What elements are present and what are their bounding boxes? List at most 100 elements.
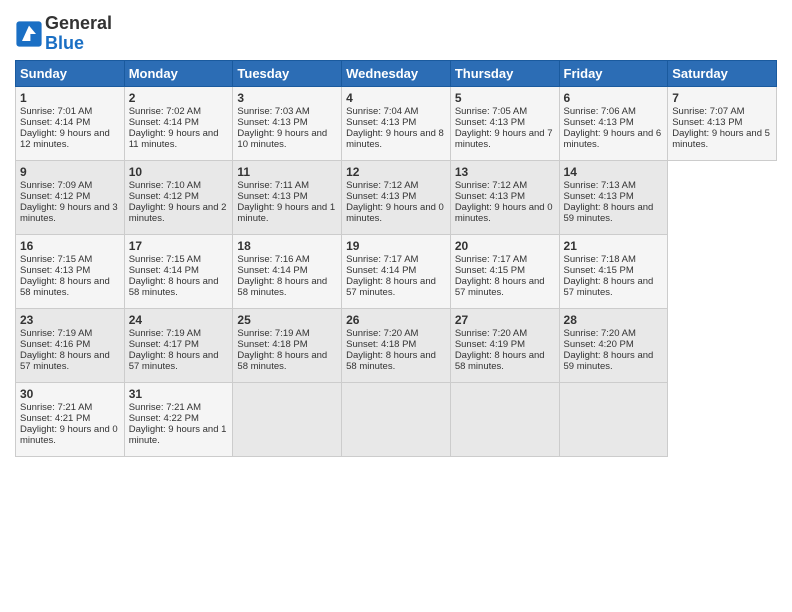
calendar-cell: 17Sunrise: 7:15 AMSunset: 4:14 PMDayligh…	[124, 234, 233, 308]
calendar-cell: 23Sunrise: 7:19 AMSunset: 4:16 PMDayligh…	[16, 308, 125, 382]
logo: General Blue	[15, 14, 112, 54]
sunrise-label: Sunrise: 7:06 AM	[564, 106, 636, 117]
day-number: 19	[346, 239, 446, 253]
calendar-cell	[559, 382, 668, 456]
logo-icon	[15, 20, 43, 48]
col-header-tuesday: Tuesday	[233, 60, 342, 86]
sunset-label: Sunset: 4:13 PM	[564, 191, 634, 202]
calendar-cell: 5Sunrise: 7:05 AMSunset: 4:13 PMDaylight…	[450, 86, 559, 160]
daylight-label: Daylight: 9 hours and 1 minute.	[129, 424, 227, 446]
sunset-label: Sunset: 4:14 PM	[237, 265, 307, 276]
logo-text-general: General	[45, 14, 112, 34]
sunrise-label: Sunrise: 7:09 AM	[20, 180, 92, 191]
sunset-label: Sunset: 4:19 PM	[455, 339, 525, 350]
calendar-table: SundayMondayTuesdayWednesdayThursdayFrid…	[15, 60, 777, 457]
day-number: 27	[455, 313, 555, 327]
day-number: 6	[564, 91, 664, 105]
sunrise-label: Sunrise: 7:12 AM	[455, 180, 527, 191]
daylight-label: Daylight: 9 hours and 0 minutes.	[455, 202, 553, 224]
sunset-label: Sunset: 4:13 PM	[672, 117, 742, 128]
calendar-cell: 10Sunrise: 7:10 AMSunset: 4:12 PMDayligh…	[124, 160, 233, 234]
calendar-cell: 20Sunrise: 7:17 AMSunset: 4:15 PMDayligh…	[450, 234, 559, 308]
day-number: 13	[455, 165, 555, 179]
col-header-sunday: Sunday	[16, 60, 125, 86]
sunset-label: Sunset: 4:15 PM	[455, 265, 525, 276]
sunrise-label: Sunrise: 7:03 AM	[237, 106, 309, 117]
daylight-label: Daylight: 8 hours and 57 minutes.	[564, 276, 654, 298]
daylight-label: Daylight: 9 hours and 8 minutes.	[346, 128, 444, 150]
day-number: 1	[20, 91, 120, 105]
daylight-label: Daylight: 8 hours and 59 minutes.	[564, 350, 654, 372]
calendar-cell: 19Sunrise: 7:17 AMSunset: 4:14 PMDayligh…	[342, 234, 451, 308]
calendar-cell: 9Sunrise: 7:09 AMSunset: 4:12 PMDaylight…	[16, 160, 125, 234]
day-number: 21	[564, 239, 664, 253]
calendar-week-row: 1Sunrise: 7:01 AMSunset: 4:14 PMDaylight…	[16, 86, 777, 160]
sunset-label: Sunset: 4:12 PM	[20, 191, 90, 202]
calendar-cell: 25Sunrise: 7:19 AMSunset: 4:18 PMDayligh…	[233, 308, 342, 382]
calendar-cell: 31Sunrise: 7:21 AMSunset: 4:22 PMDayligh…	[124, 382, 233, 456]
sunrise-label: Sunrise: 7:20 AM	[455, 328, 527, 339]
daylight-label: Daylight: 8 hours and 58 minutes.	[20, 276, 110, 298]
daylight-label: Daylight: 8 hours and 57 minutes.	[455, 276, 545, 298]
day-number: 24	[129, 313, 229, 327]
col-header-monday: Monday	[124, 60, 233, 86]
day-number: 23	[20, 313, 120, 327]
calendar-cell: 21Sunrise: 7:18 AMSunset: 4:15 PMDayligh…	[559, 234, 668, 308]
sunset-label: Sunset: 4:13 PM	[455, 117, 525, 128]
day-number: 10	[129, 165, 229, 179]
sunrise-label: Sunrise: 7:19 AM	[237, 328, 309, 339]
sunrise-label: Sunrise: 7:19 AM	[20, 328, 92, 339]
day-number: 16	[20, 239, 120, 253]
sunrise-label: Sunrise: 7:20 AM	[346, 328, 418, 339]
sunset-label: Sunset: 4:14 PM	[129, 265, 199, 276]
sunrise-label: Sunrise: 7:21 AM	[129, 402, 201, 413]
header: General Blue	[15, 10, 777, 54]
sunset-label: Sunset: 4:22 PM	[129, 413, 199, 424]
day-number: 11	[237, 165, 337, 179]
sunset-label: Sunset: 4:21 PM	[20, 413, 90, 424]
calendar-cell: 16Sunrise: 7:15 AMSunset: 4:13 PMDayligh…	[16, 234, 125, 308]
sunset-label: Sunset: 4:17 PM	[129, 339, 199, 350]
calendar-cell	[342, 382, 451, 456]
sunset-label: Sunset: 4:13 PM	[237, 117, 307, 128]
sunset-label: Sunset: 4:18 PM	[346, 339, 416, 350]
day-number: 5	[455, 91, 555, 105]
day-number: 3	[237, 91, 337, 105]
daylight-label: Daylight: 8 hours and 58 minutes.	[237, 350, 327, 372]
day-number: 28	[564, 313, 664, 327]
sunset-label: Sunset: 4:18 PM	[237, 339, 307, 350]
daylight-label: Daylight: 8 hours and 57 minutes.	[129, 350, 219, 372]
daylight-label: Daylight: 9 hours and 1 minute.	[237, 202, 335, 224]
sunset-label: Sunset: 4:16 PM	[20, 339, 90, 350]
day-number: 14	[564, 165, 664, 179]
calendar-cell: 1Sunrise: 7:01 AMSunset: 4:14 PMDaylight…	[16, 86, 125, 160]
col-header-thursday: Thursday	[450, 60, 559, 86]
calendar-week-row: 30Sunrise: 7:21 AMSunset: 4:21 PMDayligh…	[16, 382, 777, 456]
col-header-saturday: Saturday	[668, 60, 777, 86]
calendar-cell: 14Sunrise: 7:13 AMSunset: 4:13 PMDayligh…	[559, 160, 668, 234]
sunset-label: Sunset: 4:14 PM	[129, 117, 199, 128]
daylight-label: Daylight: 9 hours and 5 minutes.	[672, 128, 770, 150]
calendar-cell: 30Sunrise: 7:21 AMSunset: 4:21 PMDayligh…	[16, 382, 125, 456]
sunset-label: Sunset: 4:14 PM	[20, 117, 90, 128]
daylight-label: Daylight: 8 hours and 59 minutes.	[564, 202, 654, 224]
sunrise-label: Sunrise: 7:13 AM	[564, 180, 636, 191]
daylight-label: Daylight: 9 hours and 10 minutes.	[237, 128, 327, 150]
sunrise-label: Sunrise: 7:15 AM	[129, 254, 201, 265]
page-container: General Blue SundayMondayTuesdayWednesda…	[0, 0, 792, 467]
day-number: 25	[237, 313, 337, 327]
sunrise-label: Sunrise: 7:17 AM	[455, 254, 527, 265]
sunset-label: Sunset: 4:13 PM	[237, 191, 307, 202]
sunset-label: Sunset: 4:12 PM	[129, 191, 199, 202]
col-header-wednesday: Wednesday	[342, 60, 451, 86]
day-number: 12	[346, 165, 446, 179]
daylight-label: Daylight: 9 hours and 3 minutes.	[20, 202, 118, 224]
sunset-label: Sunset: 4:13 PM	[20, 265, 90, 276]
calendar-cell: 18Sunrise: 7:16 AMSunset: 4:14 PMDayligh…	[233, 234, 342, 308]
calendar-cell: 28Sunrise: 7:20 AMSunset: 4:20 PMDayligh…	[559, 308, 668, 382]
sunset-label: Sunset: 4:13 PM	[346, 117, 416, 128]
calendar-cell: 24Sunrise: 7:19 AMSunset: 4:17 PMDayligh…	[124, 308, 233, 382]
sunrise-label: Sunrise: 7:19 AM	[129, 328, 201, 339]
sunset-label: Sunset: 4:15 PM	[564, 265, 634, 276]
day-number: 18	[237, 239, 337, 253]
